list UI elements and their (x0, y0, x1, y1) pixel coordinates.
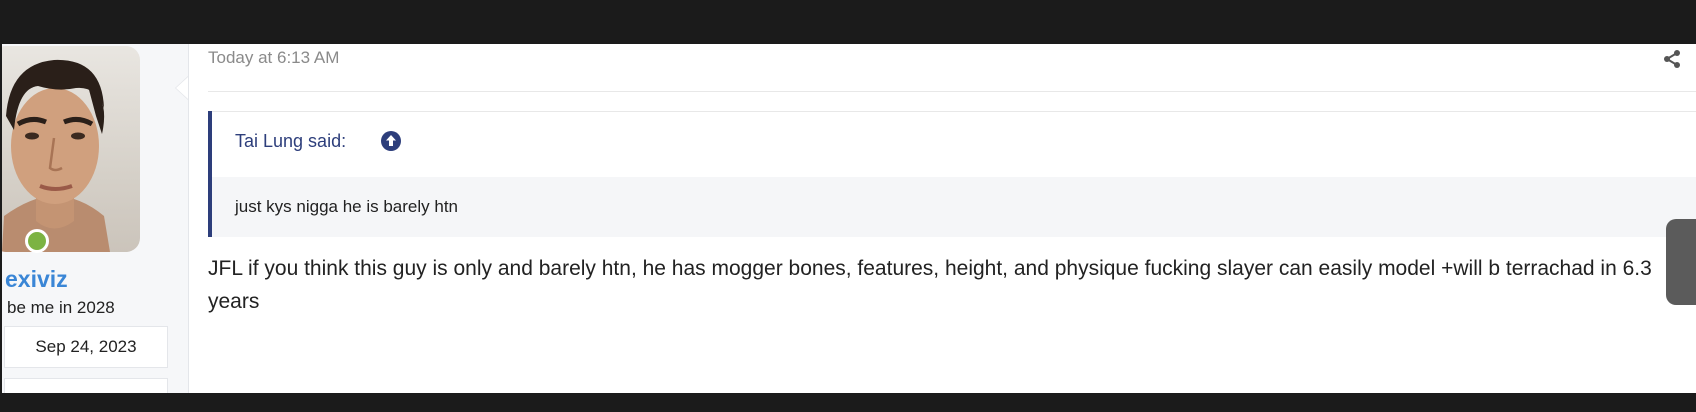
message-pointer-arrow (175, 76, 188, 100)
forum-post: exiviz be me in 2028 Sep 24, 2023 Today … (2, 44, 1696, 393)
quote-block: Tai Lung said: just kys nigga he is bare… (208, 111, 1696, 237)
bottom-dark-bar (0, 393, 1696, 412)
side-panel-tab[interactable] (1666, 219, 1696, 305)
online-status-indicator (25, 229, 49, 253)
post-message: JFL if you think this guy is only and ba… (208, 257, 1652, 313)
quote-header: Tai Lung said: (212, 111, 1696, 178)
share-icon[interactable] (1662, 49, 1682, 69)
arrow-up-circle-icon[interactable] (381, 131, 401, 151)
post-date-link[interactable]: Today at 6:13 AM (208, 48, 339, 68)
top-dark-bar (0, 0, 1696, 44)
username-link[interactable]: exiviz (5, 266, 68, 293)
joined-date-box: Sep 24, 2023 (4, 326, 168, 368)
quote-author-link[interactable]: Tai Lung said: (235, 131, 346, 152)
quote-text: just kys nigga he is barely htn (235, 197, 459, 216)
quote-body: just kys nigga he is barely htn (212, 177, 1696, 237)
user-title: be me in 2028 (7, 298, 115, 317)
post-header-divider (208, 91, 1696, 92)
joined-date: Sep 24, 2023 (35, 337, 137, 356)
user-stat-box (4, 378, 168, 393)
user-avatar[interactable] (2, 46, 140, 252)
user-info-panel: exiviz be me in 2028 Sep 24, 2023 (2, 44, 189, 393)
